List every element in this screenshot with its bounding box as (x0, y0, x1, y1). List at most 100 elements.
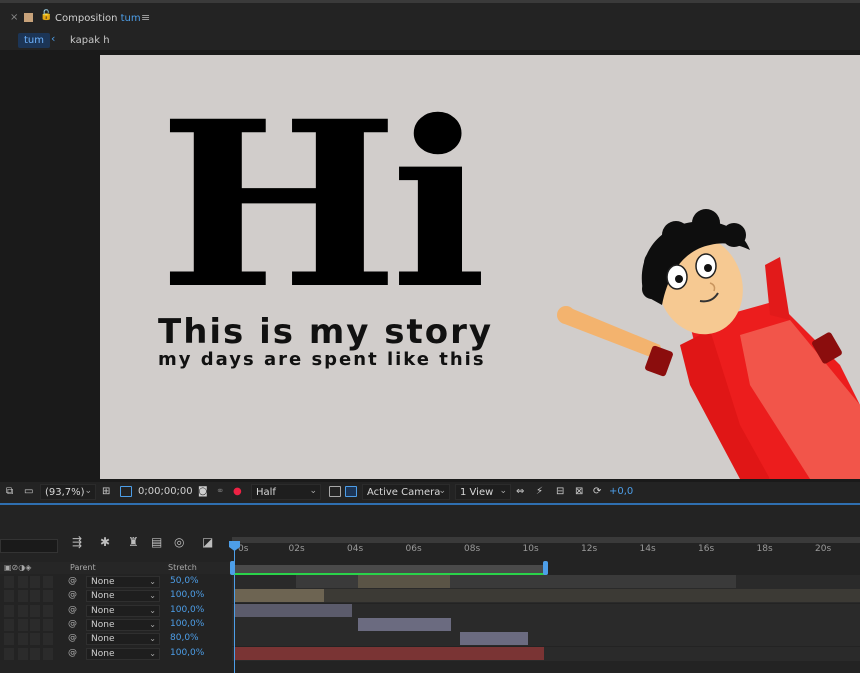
monitor-icon[interactable]: ▭ (24, 486, 33, 497)
grid-overlay-icon[interactable]: ⊞ (102, 486, 110, 497)
always-preview-icon[interactable]: ⧉ (6, 486, 13, 497)
timeline-icon[interactable]: ⊟ (556, 486, 564, 497)
channel-rgb-icon[interactable]: ● (233, 486, 242, 497)
camera-view-dropdown[interactable]: Active Camera ⌄ (362, 484, 450, 500)
work-area-start-handle[interactable] (230, 561, 235, 575)
audio-switch[interactable] (18, 576, 28, 588)
reset-exposure-icon[interactable]: ⟳ (593, 486, 601, 497)
layer-track[interactable] (232, 617, 860, 632)
video-switch[interactable] (4, 604, 14, 617)
frame-blending-icon[interactable]: ▤ (151, 535, 162, 549)
magnification-dropdown[interactable]: (93,7%) ⌄ (40, 484, 96, 500)
solo-switch[interactable] (30, 576, 40, 588)
stretch-value[interactable]: 50,0% (170, 576, 199, 586)
chevron-left-icon[interactable]: ‹ (51, 32, 55, 45)
layer-row[interactable]: @ None ⌄ 50,0% (0, 575, 860, 589)
work-area-bar[interactable] (232, 537, 860, 543)
parent-pick-whip-icon[interactable]: @ (68, 590, 77, 600)
layer-row[interactable]: @ None ⌄ 100,0% (0, 589, 860, 604)
flowchart-icon[interactable]: ⊠ (575, 486, 583, 497)
audio-switch[interactable] (18, 618, 28, 631)
hide-shy-layers-icon[interactable]: ♜ (128, 535, 139, 549)
parent-dropdown[interactable]: None ⌄ (86, 647, 160, 660)
stretch-value[interactable]: 100,0% (170, 619, 204, 629)
lock-icon[interactable]: 🔓 (40, 10, 52, 21)
stretch-value[interactable]: 100,0% (170, 605, 204, 615)
layer-duration-bar[interactable] (358, 617, 451, 631)
solo-switch[interactable] (30, 604, 40, 617)
parent-pick-whip-icon[interactable]: @ (68, 576, 77, 586)
layer-row[interactable]: @ None ⌄ 100,0% (0, 603, 860, 618)
breadcrumb-active-comp[interactable]: tum (18, 33, 50, 48)
exposure-value[interactable]: +0,0 (609, 486, 633, 497)
audio-switch[interactable] (18, 647, 28, 660)
snapshot-camera-icon[interactable]: ◙ (198, 486, 208, 497)
region-of-interest-icon[interactable] (329, 486, 341, 497)
graph-editor-icon[interactable]: ◪ (202, 535, 213, 549)
layer-duration-bar[interactable] (358, 575, 450, 588)
stretch-column-header[interactable]: Stretch (168, 563, 197, 572)
composition-canvas[interactable]: Hi This is my story my days are spent li… (100, 55, 860, 479)
panel-title[interactable]: Composition tum (55, 13, 141, 24)
close-tab-icon[interactable]: × (10, 12, 18, 23)
parent-dropdown[interactable]: None ⌄ (86, 576, 160, 588)
solo-switch[interactable] (30, 633, 40, 646)
lock-switch[interactable] (43, 633, 53, 646)
parent-column-header[interactable]: Parent (70, 563, 96, 572)
layer-track[interactable] (232, 575, 860, 589)
lock-switch[interactable] (43, 576, 53, 588)
lock-switch[interactable] (43, 647, 53, 660)
lock-switch[interactable] (43, 604, 53, 617)
breadcrumb-comp[interactable]: kapak h (70, 33, 110, 48)
layer-track[interactable] (232, 646, 860, 661)
timecode-display[interactable]: 0;00;00;00 (138, 486, 193, 497)
work-area-end-handle[interactable] (543, 561, 548, 575)
audio-switch[interactable] (18, 590, 28, 603)
view-layout-dropdown[interactable]: 1 View ⌄ (455, 484, 511, 500)
layer-track[interactable] (232, 589, 860, 604)
transparency-grid-icon[interactable] (345, 486, 357, 497)
parent-dropdown[interactable]: None ⌄ (86, 618, 160, 631)
layer-duration-bar[interactable] (234, 589, 860, 603)
parent-dropdown[interactable]: None ⌄ (86, 633, 160, 646)
show-snapshot-icon[interactable]: ⚭ (216, 486, 224, 497)
toggle-pixel-aspect-icon[interactable]: ⇔ (516, 486, 524, 497)
layer-duration-bar[interactable] (234, 603, 352, 617)
parent-pick-whip-icon[interactable]: @ (68, 648, 77, 658)
composition-mini-flowchart-icon[interactable]: ⇶ (72, 535, 82, 549)
mask-visibility-icon[interactable] (120, 486, 132, 497)
video-switch[interactable] (4, 590, 14, 603)
layer-track[interactable] (232, 632, 860, 647)
layer-search-input[interactable] (0, 539, 58, 553)
draft-3d-icon[interactable]: ✱ (100, 535, 110, 549)
solo-switch[interactable] (30, 590, 40, 603)
stretch-value[interactable]: 100,0% (170, 648, 204, 658)
parent-dropdown[interactable]: None ⌄ (86, 590, 160, 603)
lock-switch[interactable] (43, 590, 53, 603)
layer-track[interactable] (232, 603, 860, 618)
layer-duration-bar[interactable] (234, 646, 544, 660)
parent-pick-whip-icon[interactable]: @ (68, 633, 77, 643)
video-switch[interactable] (4, 576, 14, 588)
layer-row[interactable]: @ None ⌄ 100,0% (0, 646, 860, 661)
layer-row[interactable]: @ None ⌄ 100,0% (0, 617, 860, 632)
lock-switch[interactable] (43, 618, 53, 631)
layer-duration-bar[interactable] (234, 589, 324, 603)
parent-pick-whip-icon[interactable]: @ (68, 605, 77, 615)
video-switch[interactable] (4, 633, 14, 646)
fast-previews-icon[interactable]: ⚡ (536, 486, 543, 497)
parent-dropdown[interactable]: None ⌄ (86, 604, 160, 617)
solo-switch[interactable] (30, 618, 40, 631)
work-area-range[interactable] (232, 565, 546, 575)
resolution-dropdown[interactable]: Half ⌄ (251, 484, 321, 500)
layer-duration-bar[interactable] (460, 632, 528, 646)
audio-switch[interactable] (18, 633, 28, 646)
parent-pick-whip-icon[interactable]: @ (68, 619, 77, 629)
solo-switch[interactable] (30, 647, 40, 660)
motion-blur-icon[interactable]: ◎ (174, 535, 184, 549)
video-switch[interactable] (4, 618, 14, 631)
video-switch[interactable] (4, 647, 14, 660)
layer-row[interactable]: @ None ⌄ 80,0% (0, 632, 860, 647)
audio-switch[interactable] (18, 604, 28, 617)
stretch-value[interactable]: 80,0% (170, 633, 199, 643)
